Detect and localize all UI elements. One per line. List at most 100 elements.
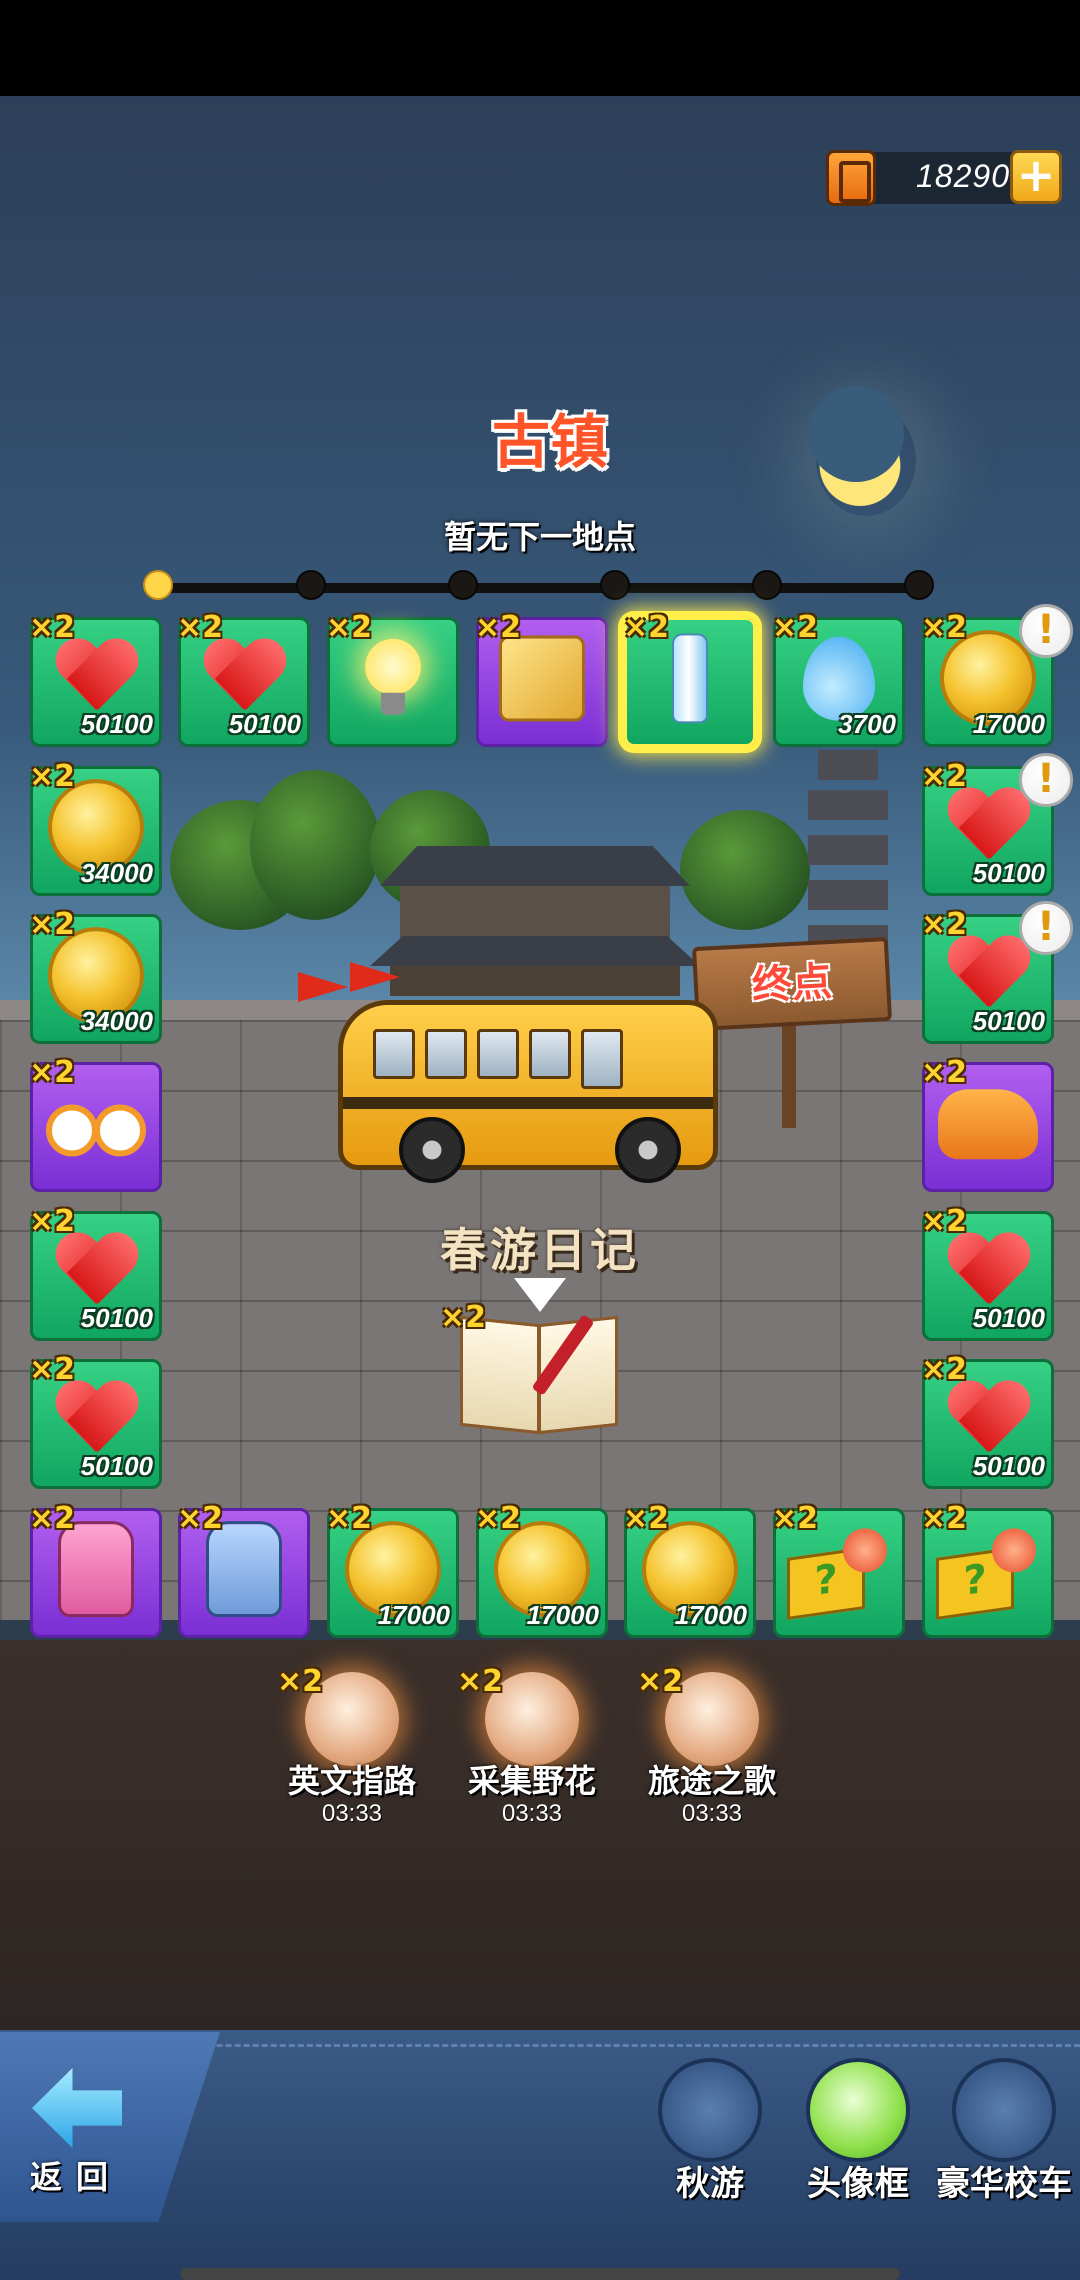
bus-window (373, 1029, 415, 1079)
tile-count: ×2 (921, 1352, 968, 1387)
board-tile[interactable]: ×2 17000! (921, 604, 1073, 747)
board-tile[interactable]: ×2 (29, 1501, 162, 1638)
system-nav-handle (180, 2268, 900, 2280)
quest-name: 采集野花 (467, 1762, 596, 1800)
board-tile[interactable]: ×2 50100 (29, 1204, 162, 1341)
quest-timer: 03:33 (321, 1800, 383, 1827)
board-tile[interactable]: ×2 50100 (29, 610, 162, 747)
tile-value: 50100 (80, 1451, 153, 1481)
bus-window (477, 1029, 519, 1079)
board-tile[interactable]: ×2 50100 (921, 1352, 1054, 1489)
board-tile[interactable]: ×2 (326, 610, 459, 747)
progress-node (448, 570, 478, 600)
board-tile[interactable]: ×2 50100! (921, 901, 1073, 1044)
scroll-icon (499, 635, 585, 722)
tile-count: ×2 (177, 1501, 224, 1536)
board-tile[interactable]: ×2 34000 (29, 907, 162, 1044)
bus-wheel (399, 1117, 465, 1183)
end-point-sign: 终点 (691, 936, 893, 1032)
back-button-label[interactable]: 返回 (30, 2152, 140, 2198)
board-tile[interactable]: ×2 (772, 1501, 905, 1638)
quest-count: ×2 (277, 1664, 324, 1699)
luxury-school-bus-button[interactable]: 豪华校车 (934, 2058, 1074, 2228)
alert-icon[interactable]: ! (1019, 753, 1073, 807)
heart-icon (946, 789, 1030, 867)
tile-value: 50100 (228, 709, 301, 739)
tile-count: ×2 (29, 610, 76, 645)
tile-count: ×2 (921, 1204, 968, 1239)
ancient-hall (370, 846, 700, 996)
board-tile[interactable]: ×2 50100! (921, 753, 1073, 896)
sign-post (782, 1020, 796, 1128)
heart-icon (54, 1382, 138, 1460)
board-tile[interactable]: ×2 3700 (772, 610, 905, 747)
board-tile[interactable]: ×2 (177, 1501, 310, 1638)
progress-node (752, 570, 782, 600)
board-tile[interactable]: ×2 (921, 1055, 1054, 1192)
tile-count: ×2 (475, 1501, 522, 1536)
school-bus[interactable] (338, 1000, 718, 1183)
tile-value: 17000 (526, 1600, 599, 1630)
tile-count: ×2 (177, 610, 224, 645)
tree (250, 770, 380, 920)
tile-count: ×2 (921, 610, 968, 645)
board-tile[interactable]: ×2 17000 (475, 1501, 608, 1638)
tile-value: 50100 (972, 1303, 1045, 1333)
board-tile[interactable]: ×2 (623, 610, 756, 747)
autumn-trip-button[interactable]: 秋游 (640, 2058, 780, 2228)
board-tile[interactable]: ×2 (475, 610, 608, 747)
tile-count: ×2 (29, 1352, 76, 1387)
quest-collect-flowers[interactable]: ×2 采集野花 03:33 (457, 1664, 607, 1852)
quest-english-directions[interactable]: ×2 英文指路 03:33 (277, 1664, 427, 1852)
tile-count: ×2 (29, 759, 76, 794)
quest-count: ×2 (457, 1664, 504, 1699)
fuel-can-icon (826, 150, 876, 206)
alert-icon[interactable]: ! (1019, 901, 1073, 955)
mystery-box-icon (936, 1524, 1040, 1614)
pagoda (808, 750, 888, 955)
progress-node-current (143, 570, 173, 600)
board-tile[interactable]: ×2 50100 (921, 1204, 1054, 1341)
board-tile[interactable]: ×2 34000 (29, 759, 162, 896)
diary-label: 春游日记 (440, 1223, 640, 1277)
lightbulb-icon (363, 638, 423, 719)
diary-count: ×2 (440, 1300, 487, 1335)
quest-travel-song[interactable]: ×2 旅途之歌 03:33 (637, 1664, 787, 1852)
board-tile[interactable]: ×2 (921, 1501, 1054, 1638)
board-tile[interactable]: ×2 17000 (326, 1501, 459, 1638)
back-arrow-icon[interactable] (32, 2068, 122, 2148)
alert-icon[interactable]: ! (1019, 604, 1073, 658)
board-tile[interactable]: ×2 50100 (29, 1352, 162, 1489)
avatar-frame-button[interactable]: 头像框 (788, 2058, 928, 2228)
ancient-town-scenery (0, 750, 1080, 1020)
tile-count: ×2 (326, 610, 373, 645)
tile-count: ×2 (29, 1204, 76, 1239)
tree (680, 810, 810, 930)
route-progress-bar (158, 583, 918, 593)
tile-value: 50100 (80, 709, 153, 739)
bus-stripe (343, 1097, 713, 1109)
tile-value: 50100 (972, 1006, 1045, 1036)
tile-count: ×2 (772, 1501, 819, 1536)
heart-icon (54, 640, 138, 718)
bus-wheel (615, 1117, 681, 1183)
tile-count: ×2 (29, 1055, 76, 1090)
board-tile[interactable]: ×2 (29, 1055, 162, 1192)
water-bottle-icon (672, 633, 708, 724)
heart-icon (202, 640, 286, 718)
mystery-box-icon (787, 1524, 891, 1614)
tile-value: 50100 (972, 858, 1045, 888)
menu-label: 豪华校车 (936, 2164, 1072, 2204)
progress-node (296, 570, 326, 600)
board-tile[interactable]: ×2 50100 (177, 610, 310, 747)
quest-name: 旅途之歌 (647, 1762, 776, 1800)
tile-value: 17000 (674, 1600, 747, 1630)
tile-count: ×2 (921, 1055, 968, 1090)
progress-node (904, 570, 934, 600)
heart-icon (54, 1234, 138, 1312)
quest-count: ×2 (637, 1664, 684, 1699)
board-tile[interactable]: ×2 17000 (623, 1501, 756, 1638)
tile-count: ×2 (921, 907, 968, 942)
add-fuel-button[interactable]: + (1010, 150, 1062, 204)
tile-count: ×2 (921, 1501, 968, 1536)
